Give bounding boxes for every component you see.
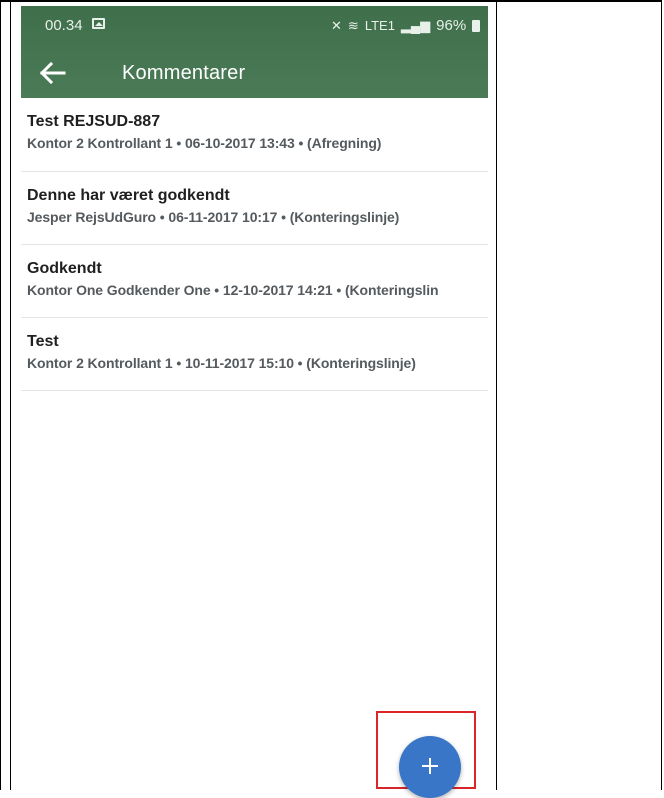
status-bar: 00.34 ✕ ≋ LTE1 ▂▄▆ 96%: [21, 6, 488, 44]
network-label: LTE1: [364, 18, 395, 33]
page-title: Kommentarer: [122, 62, 246, 84]
frame-divider: [496, 2, 497, 790]
signal-icon: ▂▄▆: [400, 17, 431, 33]
comment-title: Godkendt: [27, 260, 102, 277]
list-item[interactable]: Test Kontor 2 Kontrollant 1 • 10-11-2017…: [21, 318, 488, 391]
status-indicators: ✕ ≋ LTE1 ▂▄▆ 96%: [331, 17, 481, 34]
gallery-icon: [92, 18, 105, 29]
comment-meta: Jesper RejsUdGuro • 06-11-2017 10:17 • (…: [27, 209, 400, 225]
phone-screen: 00.34 ✕ ≋ LTE1 ▂▄▆ 96% Kommentarer Test …: [21, 6, 488, 792]
comment-title: Test: [27, 333, 59, 350]
comment-meta: Kontor 2 Kontrollant 1 • 06-10-2017 13:4…: [27, 135, 382, 151]
frame-left-rule: [10, 2, 11, 790]
toolbar: Kommentarer: [21, 50, 488, 98]
list-item[interactable]: Godkendt Kontor One Godkender One • 12-1…: [21, 245, 488, 318]
mute-icon: ✕: [331, 17, 342, 33]
battery-label: 96%: [436, 17, 467, 34]
comment-title: Denne har været godkendt: [27, 187, 230, 204]
battery-icon: [472, 19, 481, 32]
list-item[interactable]: Test REJSUD-887 Kontor 2 Kontrollant 1 •…: [21, 98, 488, 172]
wifi-icon: ≋: [347, 17, 359, 33]
comment-list: Test REJSUD-887 Kontor 2 Kontrollant 1 •…: [21, 98, 488, 391]
status-time: 00.34: [45, 17, 83, 34]
comment-meta: Kontor 2 Kontrollant 1 • 10-11-2017 15:1…: [27, 355, 416, 371]
list-item[interactable]: Denne har været godkendt Jesper RejsUdGu…: [21, 172, 488, 245]
comment-meta: Kontor One Godkender One • 12-10-2017 14…: [27, 282, 439, 298]
comment-title: Test REJSUD-887: [27, 113, 161, 130]
app-bar: 00.34 ✕ ≋ LTE1 ▂▄▆ 96% Kommentarer: [21, 6, 488, 98]
add-comment-button[interactable]: [399, 736, 461, 798]
arrow-left-icon[interactable]: [37, 58, 67, 88]
plus-icon: [422, 758, 438, 774]
